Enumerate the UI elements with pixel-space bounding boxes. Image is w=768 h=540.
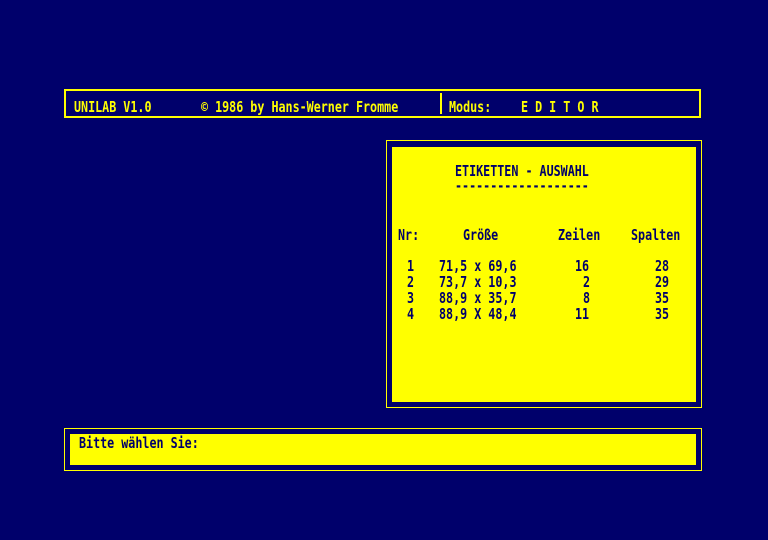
column-header-size: Größe bbox=[463, 226, 499, 244]
row-lines: 11 bbox=[575, 305, 590, 323]
column-header-columns: Spalten bbox=[631, 226, 681, 244]
column-header-nr: Nr: bbox=[398, 226, 420, 244]
prompt-bar: Bitte wählen Sie: bbox=[64, 428, 702, 471]
row-size: 88,9 X 48,4 bbox=[439, 305, 517, 323]
prompt-input-area[interactable]: Bitte wählen Sie: bbox=[70, 434, 696, 465]
row-columns: 35 bbox=[655, 305, 670, 323]
title-bar-background: UNILAB V1.0 © 1986 by Hans-Werner Fromme… bbox=[68, 93, 697, 116]
app-name: UNILAB V1.0 bbox=[74, 98, 152, 116]
copyright-text: © 1986 by Hans-Werner Fromme bbox=[201, 98, 399, 116]
mode-value: E D I T O R bbox=[521, 98, 599, 116]
column-header-lines: Zeilen bbox=[558, 226, 601, 244]
panel-title-underline: ------------------- bbox=[455, 177, 589, 195]
title-bar-divider bbox=[440, 93, 442, 114]
label-selection-panel-body: ETIKETTEN - AUSWAHL ------------------- … bbox=[392, 147, 696, 402]
prompt-label: Bitte wählen Sie: bbox=[79, 434, 199, 452]
title-bar: UNILAB V1.0 © 1986 by Hans-Werner Fromme… bbox=[64, 89, 701, 118]
row-nr: 4 bbox=[407, 305, 415, 323]
mode-label: Modus: bbox=[449, 98, 492, 116]
label-selection-panel: ETIKETTEN - AUSWAHL ------------------- … bbox=[386, 140, 702, 408]
